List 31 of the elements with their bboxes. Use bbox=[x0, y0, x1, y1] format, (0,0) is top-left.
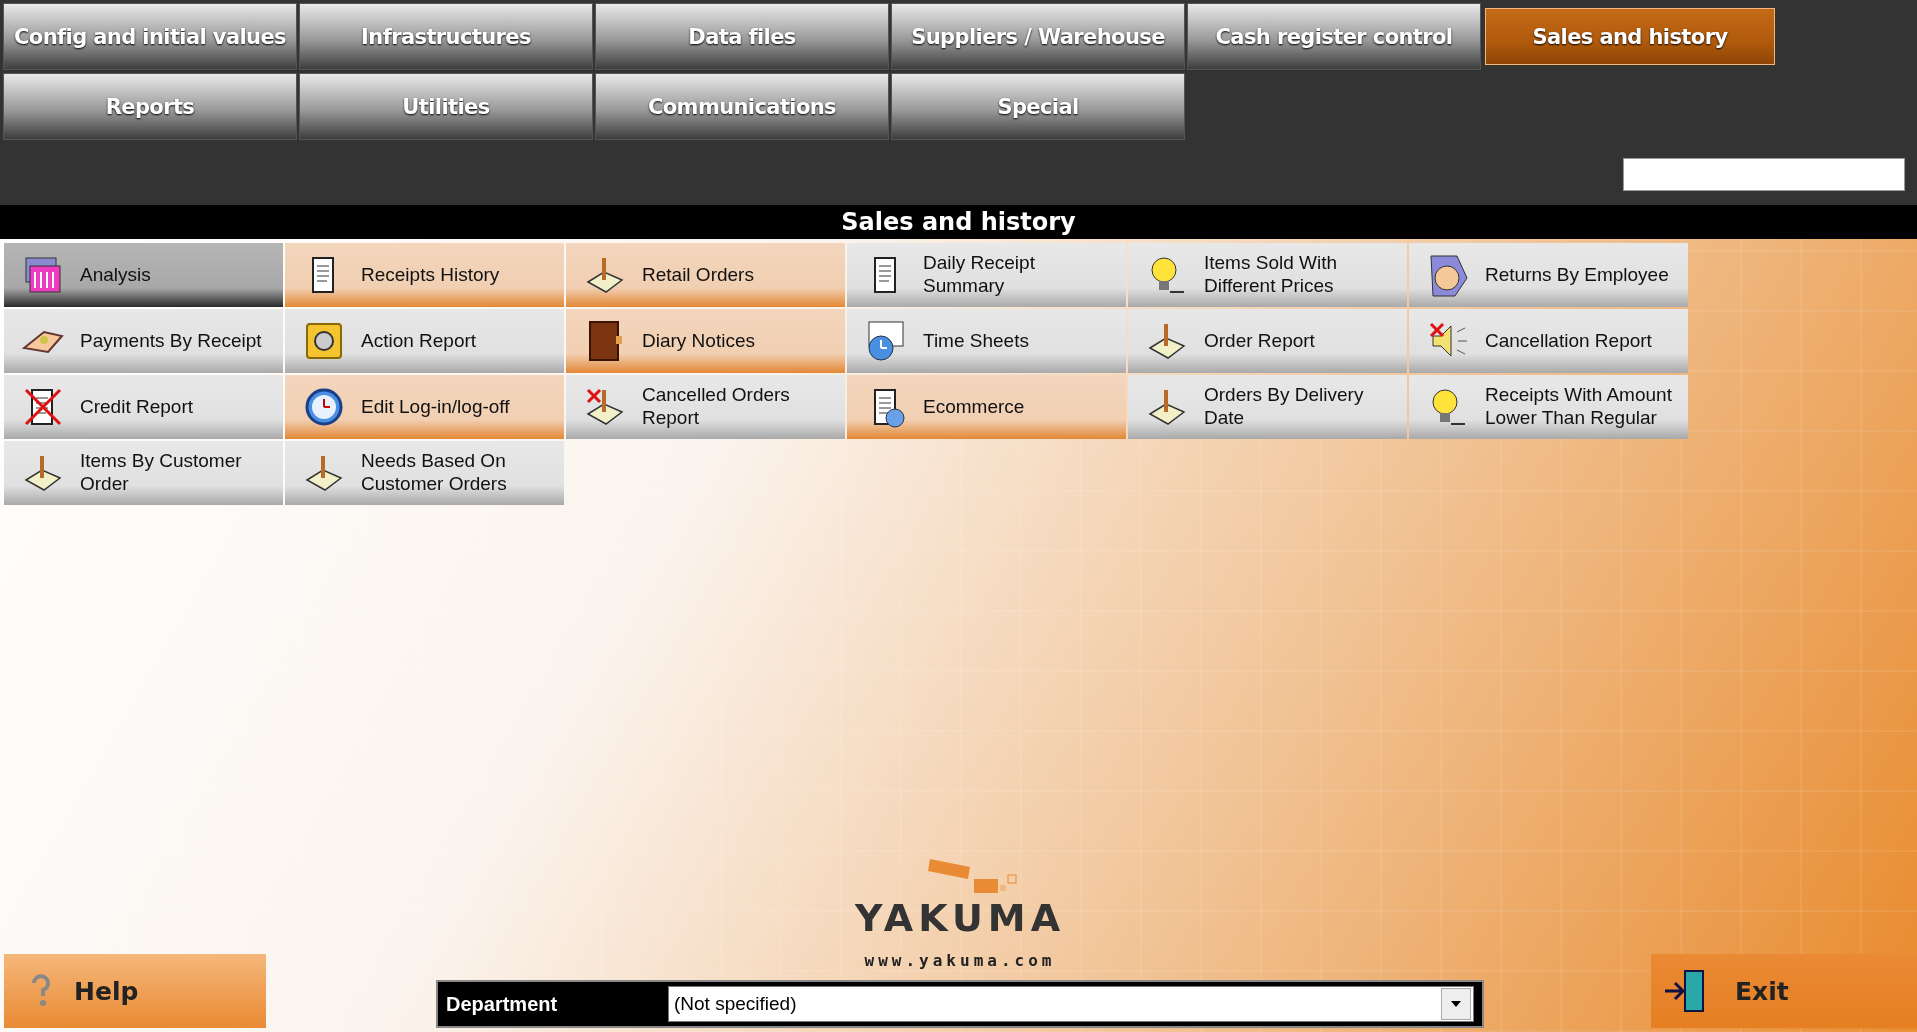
menu-tile[interactable]: Cancelled Orders Report bbox=[566, 375, 845, 439]
menu-tile[interactable]: Edit Log-in/log-off bbox=[285, 375, 564, 439]
menu-tile[interactable]: Ecommerce bbox=[847, 375, 1126, 439]
department-dropdown[interactable]: (Not specified) bbox=[668, 986, 1474, 1022]
menu-tile[interactable]: Payments By Receipt bbox=[4, 309, 283, 373]
menu-tile[interactable]: Diary Notices bbox=[566, 309, 845, 373]
menu-tile[interactable]: Items By Customer Order bbox=[4, 441, 283, 505]
menu-tile[interactable]: Returns By Employee bbox=[1409, 243, 1688, 307]
section-title: Sales and history bbox=[0, 205, 1917, 239]
search-field[interactable] bbox=[1623, 158, 1905, 191]
menu-tile[interactable]: Time Sheets bbox=[847, 309, 1126, 373]
department-label: Department bbox=[446, 992, 559, 1016]
caret-icon bbox=[1451, 1001, 1461, 1007]
logo-url: www.yakuma.com bbox=[864, 951, 1056, 970]
menu-tile[interactable]: Cancellation Report bbox=[1409, 309, 1688, 373]
menu-tab[interactable]: Sales and history bbox=[1485, 8, 1775, 65]
menu-tile[interactable]: Retail Orders bbox=[566, 243, 845, 307]
menu-tile[interactable]: Action Report bbox=[285, 309, 564, 373]
menu-tile[interactable]: Receipts With Amount Lower Than Regular bbox=[1409, 375, 1688, 439]
menu-tile[interactable]: Orders By Delivery Date bbox=[1128, 375, 1407, 439]
menu-tile[interactable]: Daily Receipt Summary bbox=[847, 243, 1126, 307]
logo-text: YAKUMA bbox=[854, 899, 1066, 937]
exit-button[interactable]: Exit bbox=[1651, 954, 1917, 1028]
menu-tile[interactable]: Credit Report bbox=[4, 375, 283, 439]
menu-tile[interactable]: Items Sold With Different Prices bbox=[1128, 243, 1407, 307]
menu-tile[interactable]: Needs Based On Customer Orders bbox=[285, 441, 564, 505]
question-mark-icon bbox=[30, 973, 52, 1009]
menu-tile[interactable]: Receipts History bbox=[285, 243, 564, 307]
help-button[interactable]: Help bbox=[4, 954, 266, 1028]
menu-tile[interactable]: Order Report bbox=[1128, 309, 1407, 373]
menu-tile[interactable]: Analysis bbox=[4, 243, 283, 307]
